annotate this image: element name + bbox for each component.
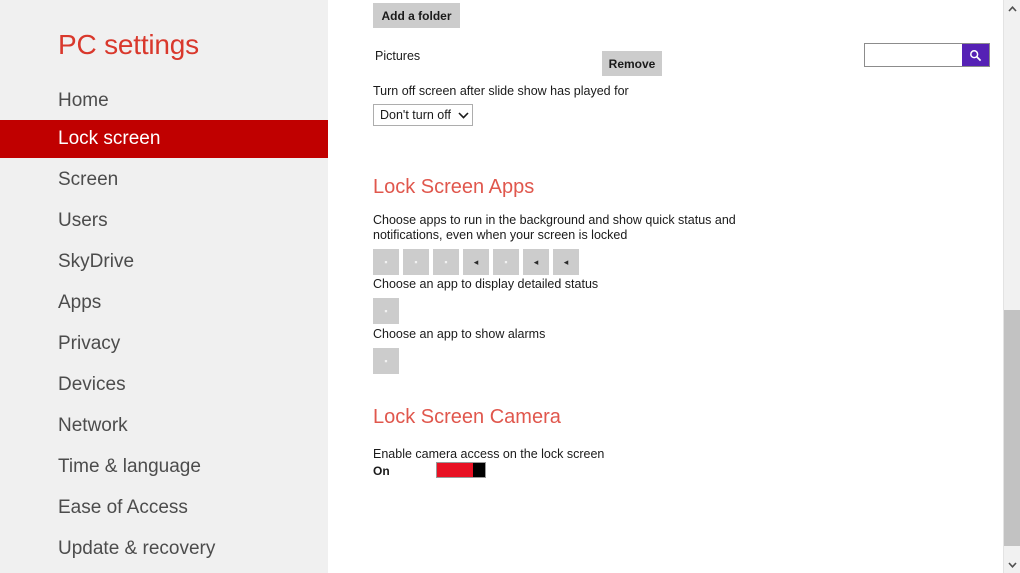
scrollbar-thumb[interactable] bbox=[1004, 310, 1020, 546]
sidebar-item-label: Apps bbox=[58, 292, 101, 314]
remove-folder-button[interactable]: Remove bbox=[602, 51, 662, 76]
chevron-up-icon bbox=[1008, 6, 1017, 12]
app-tile-glyph-icon: ▪ bbox=[384, 357, 387, 366]
app-tile-glyph-icon: ▪ bbox=[414, 258, 417, 267]
lock-screen-apps-heading: Lock Screen Apps bbox=[373, 176, 534, 199]
sidebar-item-label: Time & language bbox=[58, 456, 201, 478]
app-tile-glyph-icon: ▪ bbox=[444, 258, 447, 267]
sidebar-item-home[interactable]: Home bbox=[0, 82, 328, 120]
sidebar-item-label: Lock screen bbox=[58, 128, 160, 150]
sidebar-item-users[interactable]: Users bbox=[0, 202, 328, 240]
app-tile[interactable]: ▪ bbox=[373, 298, 399, 324]
search-button[interactable] bbox=[962, 44, 989, 66]
sidebar-item-skydrive[interactable]: SkyDrive bbox=[0, 243, 328, 281]
toggle-track-fill bbox=[437, 463, 473, 477]
app-tile[interactable]: ▪ bbox=[493, 249, 519, 275]
app-tile-glyph-icon: ◂ bbox=[474, 258, 479, 267]
sidebar-item-label: Screen bbox=[58, 169, 118, 191]
sidebar-item-label: SkyDrive bbox=[58, 251, 134, 273]
turn-off-screen-dropdown[interactable]: Don't turn off bbox=[373, 104, 473, 126]
app-tile-glyph-icon: ◂ bbox=[564, 258, 569, 267]
sidebar-item-network[interactable]: Network bbox=[0, 407, 328, 445]
detailed-status-app-tiles: ▪ bbox=[373, 298, 399, 324]
turn-off-screen-label: Turn off screen after slide show has pla… bbox=[373, 84, 629, 98]
chevron-down-icon bbox=[1008, 562, 1017, 568]
sidebar-item-lock-screen[interactable]: Lock screen bbox=[0, 120, 328, 158]
lock-screen-camera-description: Enable camera access on the lock screen bbox=[373, 447, 604, 462]
alarms-label: Choose an app to show alarms bbox=[373, 327, 545, 342]
page-title: PC settings bbox=[58, 29, 199, 61]
search-box bbox=[864, 43, 990, 67]
app-tile-glyph-icon: ▪ bbox=[504, 258, 507, 267]
sidebar-item-label: Ease of Access bbox=[58, 497, 188, 519]
lock-screen-camera-heading: Lock Screen Camera bbox=[373, 406, 561, 429]
vertical-scrollbar[interactable] bbox=[1003, 0, 1020, 573]
sidebar-item-screen[interactable]: Screen bbox=[0, 161, 328, 199]
add-folder-button[interactable]: Add a folder bbox=[373, 3, 460, 28]
toggle-thumb bbox=[473, 463, 485, 477]
sidebar-item-devices[interactable]: Devices bbox=[0, 366, 328, 404]
app-tile-glyph-icon: ▪ bbox=[384, 307, 387, 316]
app-tile[interactable]: ◂ bbox=[553, 249, 579, 275]
app-tile[interactable]: ▪ bbox=[373, 249, 399, 275]
alarm-app-tiles: ▪ bbox=[373, 348, 399, 374]
app-tile[interactable]: ◂ bbox=[463, 249, 489, 275]
sidebar-item-update-recovery[interactable]: Update & recovery bbox=[0, 530, 328, 568]
sidebar-item-label: Update & recovery bbox=[58, 538, 215, 560]
sidebar-item-label: Devices bbox=[58, 374, 126, 396]
sidebar-item-apps[interactable]: Apps bbox=[0, 284, 328, 322]
lock-screen-apps-description: Choose apps to run in the background and… bbox=[373, 213, 805, 243]
sidebar-item-label: Home bbox=[58, 90, 109, 112]
scroll-up-button[interactable] bbox=[1004, 0, 1020, 17]
scroll-down-button[interactable] bbox=[1004, 556, 1020, 573]
app-tile[interactable]: ▪ bbox=[373, 348, 399, 374]
quick-status-app-tiles: ▪ ▪ ▪ ◂ ▪ ◂ ◂ bbox=[373, 249, 579, 275]
sidebar-item-label: Privacy bbox=[58, 333, 120, 355]
turn-off-screen-value: Don't turn off bbox=[374, 108, 454, 122]
search-icon bbox=[969, 49, 982, 62]
sidebar-item-label: Network bbox=[58, 415, 128, 437]
app-tile[interactable]: ◂ bbox=[523, 249, 549, 275]
app-tile-glyph-icon: ▪ bbox=[384, 258, 387, 267]
sidebar-item-label: Users bbox=[58, 210, 108, 232]
camera-access-toggle[interactable] bbox=[436, 462, 486, 478]
settings-content-pane: Add a folder Pictures Remove Turn off sc… bbox=[328, 0, 1000, 573]
settings-sidebar: PC settings Home Lock screen Screen Users Sk… bbox=[0, 0, 328, 573]
app-tile-glyph-icon: ◂ bbox=[534, 258, 539, 267]
detailed-status-label: Choose an app to display detailed status bbox=[373, 277, 598, 292]
sidebar-item-time-language[interactable]: Time & language bbox=[0, 448, 328, 486]
app-tile[interactable]: ▪ bbox=[403, 249, 429, 275]
pc-settings-window: PC settings Home Lock screen Screen Users Sk… bbox=[0, 0, 1020, 573]
camera-toggle-state-label: On bbox=[373, 464, 390, 478]
sidebar-item-privacy[interactable]: Privacy bbox=[0, 325, 328, 363]
sidebar-item-ease-of-access[interactable]: Ease of Access bbox=[0, 489, 328, 527]
app-tile[interactable]: ▪ bbox=[433, 249, 459, 275]
slideshow-folder-name: Pictures bbox=[375, 49, 420, 63]
search-input[interactable] bbox=[865, 44, 962, 66]
chevron-down-icon bbox=[454, 112, 472, 119]
